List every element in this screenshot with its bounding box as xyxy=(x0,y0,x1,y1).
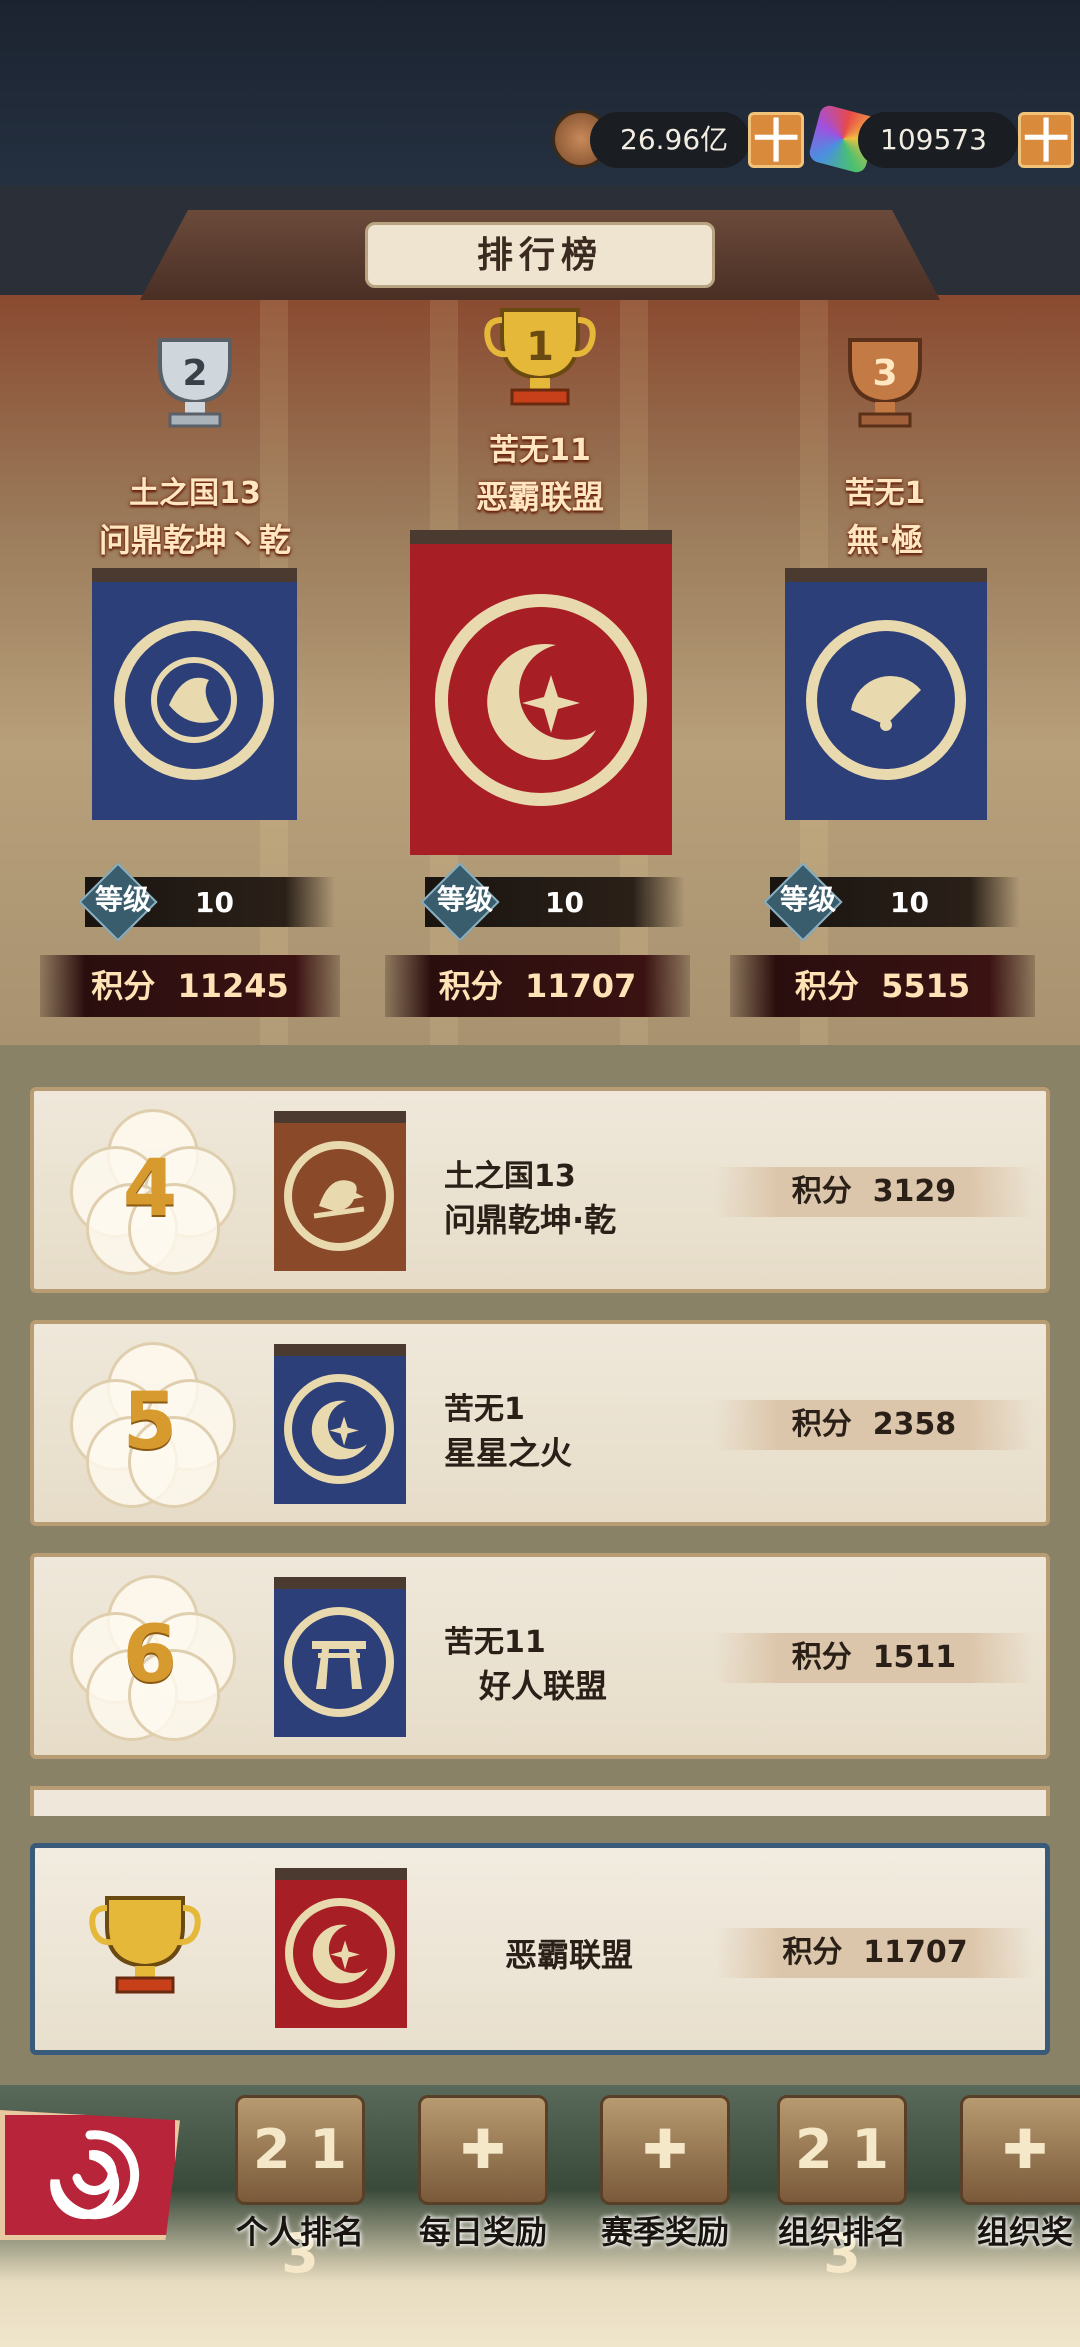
podium-2-level: 10 xyxy=(195,886,234,919)
list-item[interactable]: 5 苦无1 星星之火 积分 2358 xyxy=(30,1320,1050,1526)
podium-2-org: 土之国13 xyxy=(129,476,261,511)
crescent-star-icon xyxy=(284,1374,394,1484)
score-value: 2358 xyxy=(872,1407,957,1442)
gold-trophy-icon: 1 xyxy=(478,300,602,433)
page-title: 排行榜 xyxy=(365,222,715,288)
gem-amount: 109573 xyxy=(858,112,1018,168)
podium-3-score-strip: 积分 5515 xyxy=(730,955,1035,1017)
bird-icon xyxy=(284,1141,394,1251)
podium-1-org: 苦无11 xyxy=(489,433,591,468)
list-item[interactable]: 6 苦无11 好人联盟 积分 1511 xyxy=(30,1553,1050,1759)
podium-2-score: 11245 xyxy=(177,967,289,1005)
nav-label: 每日奖励 xyxy=(418,2213,547,2251)
nav-personal-ranking[interactable]: 2 1 3 个人排名 xyxy=(215,2095,385,2285)
rank-number: 4 xyxy=(122,1144,178,1234)
guild-name: 问鼎乾坤·乾 xyxy=(444,1201,617,1239)
score-box: 积分 11707 xyxy=(715,1928,1035,1978)
add-gems-button[interactable]: 十 xyxy=(1018,112,1074,168)
score-value: 11707 xyxy=(863,1935,968,1970)
nav-label: 组织排名 xyxy=(777,2213,906,2251)
podium-2-level-label: 等级 xyxy=(95,883,152,916)
org-banner xyxy=(274,1577,406,1737)
guild-name: 好人联盟 xyxy=(479,1667,608,1705)
guild-name: 恶霸联盟 xyxy=(505,1936,634,1974)
nav-label: 赛季奖励 xyxy=(600,2213,729,2251)
list-item-partial xyxy=(30,1786,1050,1816)
score-label: 积分 xyxy=(791,1640,852,1675)
svg-text:1: 1 xyxy=(526,324,554,370)
podium-icon: 2 1 3 xyxy=(235,2095,365,2285)
score-label: 积分 xyxy=(791,1407,852,1442)
score-value: 3129 xyxy=(872,1174,957,1209)
nav-guild-ranking[interactable]: 2 1 3 组织排名 xyxy=(757,2095,927,2285)
podium-1-level: 10 xyxy=(545,886,584,919)
silver-trophy-icon: 2 xyxy=(130,330,260,453)
podium-3-level-label: 等级 xyxy=(780,883,837,916)
podium-1-banner[interactable] xyxy=(410,530,672,855)
org-banner xyxy=(274,1344,406,1504)
village-flag-icon[interactable] xyxy=(0,2110,180,2240)
my-guild-entry[interactable]: 恶霸联盟 积分 11707 xyxy=(30,1843,1050,2055)
bronze-trophy-icon: 3 xyxy=(820,330,950,453)
podium-2-score-strip: 积分 11245 xyxy=(40,955,340,1017)
podium-1-score-strip: 积分 11707 xyxy=(385,955,690,1017)
nav-season-rewards[interactable]: ✚ 赛季奖励 xyxy=(580,2095,750,2265)
gift-box-icon: ✚ xyxy=(960,2095,1080,2205)
guild-name: 星星之火 xyxy=(444,1434,573,1472)
gift-box-icon: ✚ xyxy=(600,2095,730,2205)
score-value: 1511 xyxy=(872,1640,957,1675)
rank-flower-icon: 6 xyxy=(70,1575,236,1741)
torii-icon xyxy=(284,1607,394,1717)
score-box: 积分 3129 xyxy=(714,1167,1034,1217)
crescent-star-icon xyxy=(435,594,647,806)
rank-number: 5 xyxy=(122,1377,178,1467)
podium-2-banner[interactable] xyxy=(92,568,297,820)
gift-box-icon: ✚ xyxy=(418,2095,548,2205)
org-name: 苦无1 xyxy=(444,1392,525,1427)
rank-flower-icon: 5 xyxy=(70,1342,236,1508)
add-coins-button[interactable]: 十 xyxy=(748,112,804,168)
org-name: 土之国13 xyxy=(444,1159,576,1194)
podium-3-level: 10 xyxy=(890,886,929,919)
org-banner xyxy=(275,1868,407,2028)
score-box: 积分 2358 xyxy=(714,1400,1034,1450)
podium-3-score-label: 积分 xyxy=(794,967,859,1005)
podium-3-banner[interactable] xyxy=(785,568,987,820)
podium-3-org: 苦无1 xyxy=(844,476,926,511)
podium-2-score-label: 积分 xyxy=(91,967,156,1005)
org-name: 苦无11 xyxy=(444,1625,546,1660)
fan-icon xyxy=(806,620,966,780)
crescent-star-icon xyxy=(285,1898,395,2008)
nav-label: 组织奖 xyxy=(976,2213,1073,2251)
podium-3-name: 無·極 xyxy=(846,521,924,559)
svg-text:2: 2 xyxy=(182,353,207,394)
podium-2-name: 问鼎乾坤丶乾 xyxy=(98,521,291,559)
nav-label: 个人排名 xyxy=(235,2213,364,2251)
score-label: 积分 xyxy=(782,1935,843,1970)
score-label: 积分 xyxy=(791,1174,852,1209)
podium-icon: 2 1 3 xyxy=(777,2095,907,2285)
podium-1-name: 恶霸联盟 xyxy=(475,478,604,516)
nav-guild-rewards[interactable]: ✚ 组织奖 xyxy=(940,2095,1080,2265)
svg-text:3: 3 xyxy=(872,353,897,394)
podium-1-score-label: 积分 xyxy=(438,967,503,1005)
list-item[interactable]: 4 土之国13 问鼎乾坤·乾 积分 3129 xyxy=(30,1087,1050,1293)
coin-amount: 26.96亿 xyxy=(590,112,750,168)
rank-flower-icon: 4 xyxy=(70,1109,236,1275)
rank-number: 6 xyxy=(122,1610,178,1700)
podium-3-score: 5515 xyxy=(881,967,971,1005)
gold-trophy-icon xyxy=(85,1888,215,2008)
nav-daily-rewards[interactable]: ✚ 每日奖励 xyxy=(398,2095,568,2265)
org-banner xyxy=(274,1111,406,1271)
score-box: 积分 1511 xyxy=(714,1633,1034,1683)
podium-1-level-label: 等级 xyxy=(437,883,494,916)
koi-icon xyxy=(114,620,274,780)
podium-1-score: 11707 xyxy=(524,967,637,1005)
